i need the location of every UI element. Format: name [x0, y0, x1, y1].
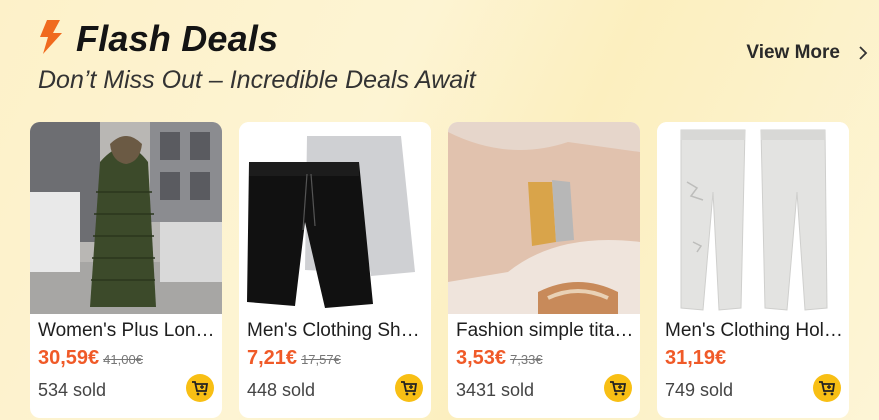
- cart-icon: [610, 381, 627, 396]
- original-price: 41,00€: [103, 352, 143, 367]
- product-card[interactable]: Women's Plus Long Puffer Coat 30,59€ 41,…: [30, 122, 222, 418]
- price-row: 31,19€: [665, 347, 726, 370]
- product-name: Men's Clothing Shorts: [247, 320, 425, 341]
- sale-price: 3,53€: [456, 347, 507, 369]
- flash-deals-header: Flash Deals Don’t Miss Out – Incredible …: [38, 14, 868, 104]
- product-card[interactable]: Fashion simple titanium bracelet 3,53€ 7…: [448, 122, 640, 418]
- product-image[interactable]: [448, 122, 640, 314]
- section-title: Flash Deals: [76, 18, 279, 59]
- view-more-link[interactable]: View More: [746, 40, 868, 66]
- product-list: Women's Plus Long Puffer Coat 30,59€ 41,…: [30, 122, 849, 418]
- add-to-cart-button[interactable]: [186, 374, 214, 402]
- sold-count: 3431 sold: [456, 380, 535, 400]
- product-name: Fashion simple titanium bracelet: [456, 320, 634, 341]
- product-name: Men's Clothing Hole Jeans: [665, 320, 843, 341]
- sale-price: 31,19€: [665, 347, 727, 369]
- original-price: 17,57€: [301, 352, 341, 367]
- product-image[interactable]: [30, 122, 222, 314]
- lightning-bolt-icon: [40, 20, 62, 54]
- product-image[interactable]: [239, 122, 431, 314]
- product-name: Women's Plus Long Puffer Coat: [38, 320, 216, 341]
- price-row: 30,59€ 41,00€: [38, 347, 143, 370]
- product-card[interactable]: Men's Clothing Shorts 7,21€ 17,57€ 448 s…: [239, 122, 431, 418]
- sale-price: 30,59€: [38, 347, 100, 369]
- sale-price: 7,21€: [247, 347, 298, 369]
- sold-count: 749 sold: [665, 380, 734, 400]
- section-subtitle: Don’t Miss Out – Incredible Deals Await: [38, 66, 476, 94]
- cart-icon: [192, 381, 209, 396]
- price-row: 3,53€ 7,33€: [456, 347, 543, 370]
- sold-count: 448 sold: [247, 380, 316, 400]
- price-row: 7,21€ 17,57€: [247, 347, 341, 370]
- original-price: 7,33€: [510, 352, 543, 367]
- product-card[interactable]: Men's Clothing Hole Jeans 31,19€ 749 sol…: [657, 122, 849, 418]
- cart-icon: [401, 381, 418, 396]
- sold-count: 534 sold: [38, 380, 107, 400]
- add-to-cart-button[interactable]: [813, 374, 841, 402]
- add-to-cart-button[interactable]: [395, 374, 423, 402]
- view-more-label: View More: [746, 42, 840, 63]
- product-image[interactable]: [657, 122, 849, 314]
- cart-icon: [819, 381, 836, 396]
- add-to-cart-button[interactable]: [604, 374, 632, 402]
- chevron-right-icon: [859, 46, 868, 60]
